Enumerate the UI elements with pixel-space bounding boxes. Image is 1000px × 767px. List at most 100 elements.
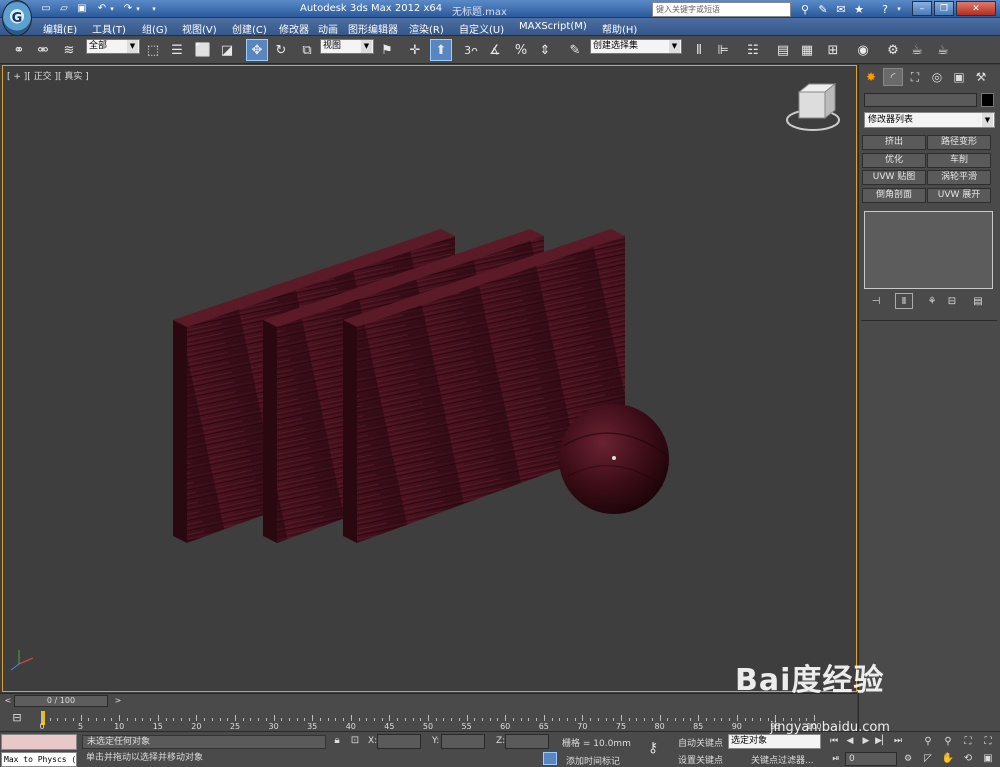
- menu-animation[interactable]: 动画: [318, 21, 338, 36]
- maxscript-output-field[interactable]: Max to Physcs (: [1, 752, 77, 767]
- undo-dropdown-icon[interactable]: ▾: [104, 1, 120, 16]
- orbit-icon[interactable]: ⟲: [960, 751, 976, 766]
- modify-tab-icon[interactable]: ◜: [883, 68, 903, 86]
- quick-access-menu-icon[interactable]: ▾: [146, 1, 162, 16]
- previous-frame-icon[interactable]: <: [2, 696, 14, 706]
- zoom-extents-icon[interactable]: ⛶: [960, 734, 976, 749]
- modifier-stack[interactable]: [864, 211, 993, 289]
- wood-sphere[interactable]: [559, 404, 669, 514]
- maxscript-listener-field[interactable]: [1, 734, 77, 750]
- menu-maxscript[interactable]: MAXScript(M): [519, 21, 587, 32]
- next-frame-icon[interactable]: >: [112, 696, 124, 706]
- menu-tools[interactable]: 工具(T): [92, 21, 126, 36]
- pin-stack-icon[interactable]: ⊣: [867, 293, 885, 309]
- unwrap-uvw-button[interactable]: UVW 展开: [927, 188, 991, 203]
- current-frame-field[interactable]: 0: [845, 752, 897, 766]
- go-to-start-icon[interactable]: ⏮: [826, 734, 842, 749]
- display-tab-icon[interactable]: ▣: [949, 68, 969, 86]
- align-icon[interactable]: ⊫: [712, 39, 734, 61]
- track-ruler[interactable]: 0 5 10 15 20 25 30 35 40 45 50 55 60 65 70 75 80 85 90 95 10…: [39, 709, 852, 731]
- graphite-ribbon-icon[interactable]: ▤: [772, 39, 794, 61]
- open-mini-curve-editor-icon[interactable]: ⊟: [6, 711, 28, 727]
- rectangular-selection-icon[interactable]: ⬜: [192, 39, 214, 61]
- link-icon[interactable]: ⚭: [8, 39, 30, 61]
- key-mode-icon[interactable]: ⏯: [828, 752, 844, 767]
- uvw-map-button[interactable]: UVW 贴图: [862, 170, 926, 185]
- lathe-button[interactable]: 车削: [927, 153, 991, 168]
- menu-edit[interactable]: 编辑(E): [43, 21, 77, 36]
- x-coordinate-field[interactable]: [377, 734, 421, 749]
- rendered-frame-window-icon[interactable]: ☕: [906, 39, 928, 61]
- object-name-field[interactable]: [864, 93, 977, 107]
- spinner-snap-icon[interactable]: ⇕: [534, 39, 556, 61]
- named-selection-dropdown[interactable]: 创建选择集 ▼: [590, 39, 682, 54]
- layer-manager-icon[interactable]: ☷: [742, 39, 764, 61]
- add-time-tag-icon[interactable]: [543, 752, 557, 765]
- menu-group[interactable]: 组(G): [142, 21, 168, 36]
- edit-named-selection-icon[interactable]: ✎: [564, 39, 586, 61]
- next-key-icon[interactable]: ▶▏: [874, 734, 890, 749]
- select-and-scale-icon[interactable]: ⧉: [296, 39, 318, 61]
- optimize-button[interactable]: 优化: [862, 153, 926, 168]
- key-selection-dropdown[interactable]: 选定对象: [728, 734, 821, 749]
- time-slider[interactable]: < 0 / 100 >: [0, 693, 857, 707]
- select-by-name-icon[interactable]: ☰: [166, 39, 188, 61]
- key-icon[interactable]: ⚷: [648, 740, 658, 756]
- zoom-all-icon[interactable]: ⚲: [940, 734, 956, 749]
- menu-graph-editors[interactable]: 图形编辑器: [348, 21, 398, 36]
- show-end-result-icon[interactable]: Ⅱ: [895, 293, 913, 309]
- pan-icon[interactable]: ✋: [940, 751, 956, 766]
- favorites-icon[interactable]: ★: [850, 1, 868, 17]
- render-setup-icon[interactable]: ⚙: [882, 39, 904, 61]
- reference-coordinate-dropdown[interactable]: 视图 ▼: [320, 39, 374, 54]
- extrude-button[interactable]: 挤出: [862, 135, 926, 150]
- time-slider-thumb[interactable]: 0 / 100: [14, 695, 108, 707]
- remove-modifier-icon[interactable]: ⊟: [943, 293, 961, 309]
- app-logo-icon[interactable]: G: [2, 0, 32, 36]
- mirror-icon[interactable]: ⫴: [688, 39, 710, 61]
- percent-snap-icon[interactable]: %: [510, 39, 532, 61]
- window-crossing-icon[interactable]: ◪: [216, 39, 238, 61]
- path-deform-button[interactable]: 路径变形: [927, 135, 991, 150]
- auto-key-button[interactable]: 自动关键点: [678, 736, 723, 749]
- z-coordinate-field[interactable]: [505, 734, 549, 749]
- menu-customize[interactable]: 自定义(U): [459, 21, 504, 36]
- utilities-tab-icon[interactable]: ⚒: [971, 68, 991, 86]
- search-input[interactable]: 键入关键字或短语: [652, 2, 791, 17]
- angle-snap-icon[interactable]: ∡: [484, 39, 506, 61]
- pivot-center-icon[interactable]: ⚑: [376, 39, 398, 61]
- material-editor-icon[interactable]: ◉: [852, 39, 874, 61]
- unlink-icon[interactable]: ⚮: [32, 39, 54, 61]
- configure-modifier-sets-icon[interactable]: ▤: [969, 293, 987, 309]
- menu-modifiers[interactable]: 修改器: [279, 21, 309, 36]
- redo-dropdown-icon[interactable]: ▾: [130, 1, 146, 16]
- render-production-icon[interactable]: ☕: [932, 39, 954, 61]
- close-button[interactable]: ✕: [956, 1, 996, 16]
- bind-space-warp-icon[interactable]: ≋: [58, 39, 80, 61]
- select-manipulate-icon[interactable]: ✛: [404, 39, 426, 61]
- menu-rendering[interactable]: 渲染(R): [409, 21, 444, 36]
- bevel-profile-button[interactable]: 倒角剖面: [862, 188, 926, 203]
- select-and-rotate-icon[interactable]: ↻: [270, 39, 292, 61]
- help-dropdown-icon[interactable]: ▾: [890, 1, 908, 17]
- track-bar[interactable]: ⊟ 0 5 10 15 20 25 30 35 40 45 50 55 60 65 70 75 80 85 90 95…: [0, 707, 857, 731]
- select-and-move-icon[interactable]: ✥: [246, 39, 268, 61]
- zoom-icon[interactable]: ⚲: [920, 734, 936, 749]
- go-to-end-icon[interactable]: ⏭: [890, 734, 906, 749]
- schematic-view-icon[interactable]: ⊞: [822, 39, 844, 61]
- menu-views[interactable]: 视图(V): [182, 21, 217, 36]
- create-tab-icon[interactable]: ✸: [861, 68, 881, 86]
- menu-create[interactable]: 创建(C): [232, 21, 267, 36]
- viewcube-icon[interactable]: [786, 82, 840, 131]
- communication-icon[interactable]: ✉: [832, 1, 850, 17]
- field-of-view-icon[interactable]: ◸: [920, 751, 936, 766]
- maximize-viewport-icon[interactable]: ▣: [980, 751, 996, 766]
- turbosmooth-button[interactable]: 涡轮平滑: [927, 170, 991, 185]
- curve-editor-icon[interactable]: ▦: [796, 39, 818, 61]
- minimize-button[interactable]: –: [912, 1, 932, 16]
- previous-key-icon[interactable]: ◀: [842, 734, 858, 749]
- hierarchy-tab-icon[interactable]: ⛶: [905, 68, 925, 86]
- subscription-icon[interactable]: ✎: [814, 1, 832, 17]
- save-icon[interactable]: ▣: [74, 1, 90, 16]
- make-unique-icon[interactable]: ⚘: [923, 293, 941, 309]
